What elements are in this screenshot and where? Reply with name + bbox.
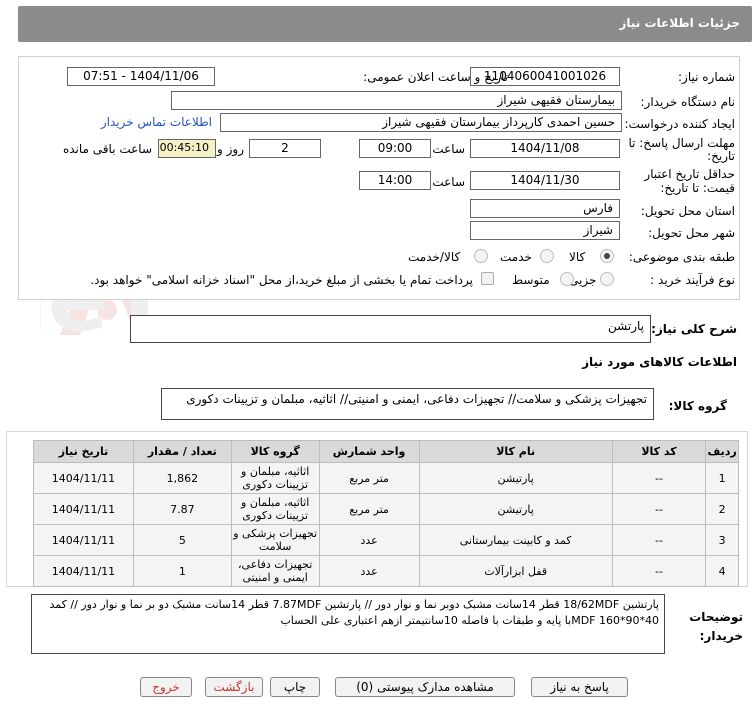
col-header-date: تاریخ نیاز: [33, 440, 134, 463]
cell-row-number: 1: [705, 462, 739, 494]
cell-row-number: 3: [705, 524, 739, 556]
announce-label: تاریخ و ساعت اعلان عمومی:: [363, 70, 508, 84]
cell-unit: عدد: [318, 555, 420, 587]
col-header-code: کد کالا: [611, 440, 707, 463]
col-header-group: گروه کالا: [230, 440, 320, 463]
buyer-org-field: بیمارستان فقیهی شیراز: [171, 91, 622, 110]
col-header-name: نام کالا: [418, 440, 613, 463]
creator-label: ایجاد کننده درخواست:: [624, 117, 735, 131]
cell-quantity: 5: [132, 524, 232, 556]
cell-group: تجهیزات دفاعی، ایمنی و امنیتی: [230, 555, 320, 587]
table-row[interactable]: 2 -- پارتیشن متر مربع اثاثیه، مبلمان و ت…: [33, 493, 739, 525]
cell-date: 1404/11/11: [33, 524, 134, 556]
cell-unit: متر مربع: [318, 493, 420, 525]
deadline-label-2: تاریخ:: [707, 149, 735, 163]
cell-name: قفل ابزارآلات: [418, 555, 613, 587]
cell-group: اثاثیه، مبلمان و تزیینات دکوری: [230, 462, 320, 494]
cell-quantity: 7.87: [132, 493, 232, 525]
reply-button[interactable]: پاسخ به نیاز: [531, 677, 628, 697]
back-button[interactable]: بازگشت: [205, 677, 263, 697]
deadline-time-label: ساعت: [432, 142, 465, 156]
process-radio-minor[interactable]: [600, 272, 614, 286]
cell-unit: عدد: [318, 524, 420, 556]
table-header-row: ردیف کد کالا نام کالا واحد شمارش گروه کا…: [33, 440, 739, 463]
province-field: فارس: [470, 199, 620, 218]
cell-code: --: [611, 555, 707, 587]
buyer-notes-label-1: توضیحات: [689, 610, 743, 624]
buyer-notes-field: پارتشین 18/62MDF قطر 14سانت مشبک دوبر نم…: [31, 594, 665, 654]
process-radio-medium[interactable]: [560, 272, 574, 286]
cell-group: تجهیزات پزشکی و سلامت: [230, 524, 320, 556]
cell-date: 1404/11/11: [33, 555, 134, 587]
print-button[interactable]: چاپ: [270, 677, 320, 697]
goods-group-field: تجهیزات پزشکی و سلامت// تجهیزات دفاعی، ا…: [161, 388, 654, 420]
category-radio-service[interactable]: [540, 249, 554, 263]
table-row[interactable]: 3 -- کمد و کابینت بیمارستانی عدد تجهیزات…: [33, 524, 739, 556]
need-number-label: شماره نیاز:: [678, 70, 735, 84]
city-label: شهر محل تحویل:: [648, 226, 735, 240]
cell-name: کمد و کابینت بیمارستانی: [418, 524, 613, 556]
validity-date-field: 1404/11/30: [470, 171, 620, 190]
page-title-bar: جزئیات اطلاعات نیاز: [18, 6, 752, 42]
cell-code: --: [611, 524, 707, 556]
view-attachments-button[interactable]: مشاهده مدارک پیوستی (0): [335, 677, 515, 697]
deadline-time-field: 09:00: [359, 139, 431, 158]
page-title: جزئیات اطلاعات نیاز: [619, 16, 740, 30]
category-label: طبقه بندی موضوعی:: [628, 250, 735, 264]
goods-info-title: اطلاعات کالاهای مورد نیاز: [582, 355, 737, 369]
process-label: نوع فرآیند خرید :: [650, 273, 735, 287]
buyer-notes-label-2: خریدار:: [699, 629, 743, 643]
creator-field: حسین احمدی کارپرداز بیمارستان فقیهی شیرا…: [220, 113, 622, 132]
col-header-row-number: ردیف: [705, 440, 739, 463]
treasury-note: پرداخت تمام یا بخشی از مبلغ خرید،از محل …: [90, 273, 473, 287]
validity-time-field: 14:00: [359, 171, 431, 190]
cell-quantity: 1,862: [132, 462, 232, 494]
province-label: استان محل تحویل:: [640, 204, 735, 218]
cell-code: --: [611, 462, 707, 494]
category-option-goods-service: کالا/خدمت: [408, 250, 461, 264]
cell-date: 1404/11/11: [33, 493, 134, 525]
deadline-date-field: 1404/11/08: [470, 139, 620, 158]
cell-code: --: [611, 493, 707, 525]
announce-field: 1404/11/06 - 07:51: [67, 67, 215, 86]
process-option-medium: متوسط: [512, 273, 550, 287]
cell-quantity: 1: [132, 555, 232, 587]
cell-row-number: 4: [705, 555, 739, 587]
deadline-label-1: مهلت ارسال پاسخ: تا: [628, 136, 735, 150]
items-table: ردیف کد کالا نام کالا واحد شمارش گروه کا…: [33, 440, 739, 587]
col-header-quantity: تعداد / مقدار: [132, 440, 232, 463]
table-row[interactable]: 4 -- قفل ابزارآلات عدد تجهیزات دفاعی، ای…: [33, 555, 739, 587]
remaining-time-field: 00:45:10: [158, 139, 216, 158]
summary-field: پارتشن: [130, 315, 651, 343]
cell-group: اثاثیه، مبلمان و تزیینات دکوری: [230, 493, 320, 525]
category-option-goods: کالا: [569, 250, 586, 264]
validity-label-2: قیمت: تا تاریخ:: [660, 181, 735, 195]
city-field: شیراز: [470, 221, 620, 240]
table-row[interactable]: 1 -- پارتیشن متر مربع اثاثیه، مبلمان و ت…: [33, 462, 739, 494]
buyer-contact-link[interactable]: اطلاعات تماس خریدار: [101, 115, 212, 129]
summary-label: شرح کلی نیاز:: [651, 322, 737, 336]
cell-name: پارتیشن: [418, 493, 613, 525]
cell-date: 1404/11/11: [33, 462, 134, 494]
exit-button[interactable]: خروج: [140, 677, 192, 697]
cell-row-number: 2: [705, 493, 739, 525]
goods-group-label: گروه کالا:: [668, 399, 727, 413]
days-field: 2: [249, 139, 321, 158]
col-header-unit: واحد شمارش: [318, 440, 420, 463]
treasury-checkbox[interactable]: [481, 272, 494, 285]
category-radio-goods[interactable]: [600, 249, 614, 263]
cell-unit: متر مربع: [318, 462, 420, 494]
validity-label-1: حداقل تاریخ اعتبار: [644, 167, 735, 181]
category-option-service: خدمت: [500, 250, 532, 264]
category-radio-goods-service[interactable]: [474, 249, 488, 263]
cell-name: پارتیشن: [418, 462, 613, 494]
validity-time-label: ساعت: [432, 175, 465, 189]
buyer-org-label: نام دستگاه خریدار:: [640, 95, 736, 109]
days-label: روز و: [217, 142, 244, 156]
remaining-time-label: ساعت باقی مانده: [62, 142, 152, 156]
